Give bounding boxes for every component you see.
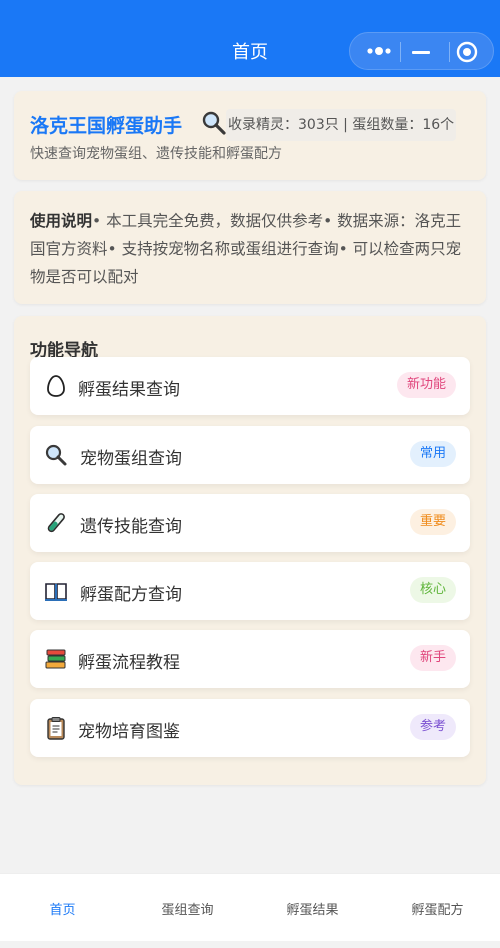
magnifier-icon bbox=[202, 111, 226, 135]
nav-item-label: 宠物蛋组查询 bbox=[80, 449, 182, 469]
feature-badge: 核心 bbox=[409, 577, 456, 603]
feature-badge: 常用 bbox=[409, 441, 456, 467]
nav-item-label: 孵蛋配方查询 bbox=[80, 585, 182, 605]
app-title: 洛克王国孵蛋助手 bbox=[30, 115, 183, 137]
mini-program-capsule bbox=[349, 32, 494, 70]
app-subtitle: 快速查询宠物蛋组、遗传技能和孵蛋配方 bbox=[30, 146, 282, 162]
feature-badge: 新手 bbox=[409, 645, 456, 671]
nav-item-egg-recipe[interactable]: 孵蛋配方查询 核心 bbox=[30, 562, 470, 620]
usage-text: 使用说明• 本工具完全免费，数据仅供参考• 数据来源：洛克王国官方资料• 支持按… bbox=[30, 207, 470, 291]
minimize-icon[interactable] bbox=[412, 51, 430, 54]
stats-badge: 收录精灵：303只 | 蛋组数量：16个 bbox=[226, 109, 457, 141]
usage-card: 使用说明• 本工具完全免费，数据仅供参考• 数据来源：洛克王国官方资料• 支持按… bbox=[14, 191, 486, 304]
capsule-divider bbox=[449, 42, 450, 62]
tab-egg-group[interactable]: 蛋组查询 bbox=[125, 874, 250, 942]
nav-item-label: 孵蛋结果查询 bbox=[78, 380, 180, 400]
bottom-tab-bar: 首页 蛋组查询 孵蛋结果 孵蛋配方 bbox=[0, 873, 500, 941]
test-tube-icon bbox=[47, 513, 65, 533]
nav-item-label: 遗传技能查询 bbox=[80, 517, 182, 537]
usage-heading: 使用说明 bbox=[30, 212, 93, 230]
more-icon[interactable] bbox=[366, 44, 392, 58]
books-icon bbox=[45, 649, 66, 669]
nav-header: 首页 bbox=[0, 0, 500, 77]
feature-badge: 重要 bbox=[409, 509, 456, 535]
capsule-divider bbox=[400, 42, 401, 62]
book-icon bbox=[45, 583, 67, 601]
nav-item-label: 孵蛋流程教程 bbox=[78, 653, 180, 673]
nav-item-breeding-guide[interactable]: 宠物培育图鉴 参考 bbox=[30, 699, 470, 757]
clipboard-icon bbox=[47, 717, 65, 740]
tab-egg-result[interactable]: 孵蛋结果 bbox=[250, 874, 375, 942]
magnifier-icon bbox=[45, 444, 67, 466]
usage-body: • 本工具完全免费，数据仅供参考• 数据来源：洛克王国官方资料• 支持按宠物名称… bbox=[30, 212, 462, 286]
feature-badge: 参考 bbox=[409, 714, 456, 740]
feature-badge: 新功能 bbox=[396, 372, 456, 398]
nav-item-inherit-skill[interactable]: 遗传技能查询 重要 bbox=[30, 494, 470, 552]
nav-item-label: 宠物培育图鉴 bbox=[78, 722, 180, 742]
close-target-icon[interactable] bbox=[456, 41, 478, 63]
intro-card: 洛克王国孵蛋助手 收录精灵：303只 | 蛋组数量：16个 快速查询宠物蛋组、遗… bbox=[14, 91, 486, 180]
tab-egg-recipe[interactable]: 孵蛋配方 bbox=[375, 874, 500, 942]
nav-item-egg-result[interactable]: 孵蛋结果查询 新功能 bbox=[30, 357, 470, 415]
nav-item-tutorial[interactable]: 孵蛋流程教程 新手 bbox=[30, 630, 470, 688]
egg-icon bbox=[47, 375, 65, 397]
nav-item-egg-group[interactable]: 宠物蛋组查询 常用 bbox=[30, 426, 470, 484]
function-nav-card: 功能导航 孵蛋结果查询 新功能 宠物蛋组查询 常用 遗传技能查询 重要 孵蛋配方… bbox=[14, 316, 486, 785]
tab-home[interactable]: 首页 bbox=[0, 874, 125, 942]
